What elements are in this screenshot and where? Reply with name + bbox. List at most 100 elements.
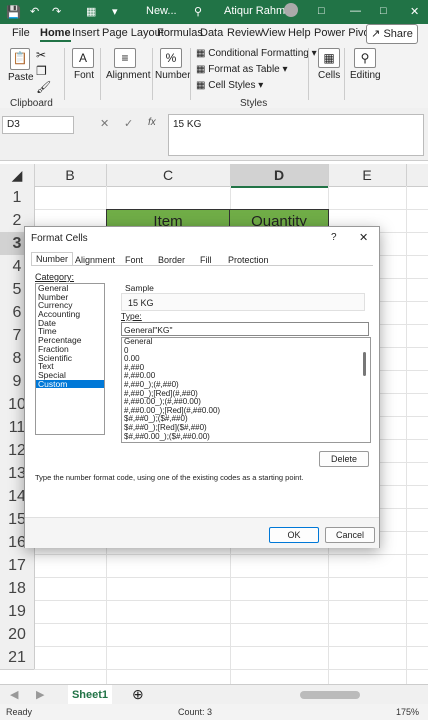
delete-button[interactable]: Delete <box>319 451 369 467</box>
category-list[interactable]: General Number Currency Accounting Date Time P… <box>35 283 105 435</box>
alignment-button[interactable]: Alignment <box>106 70 150 81</box>
close-dialog-icon[interactable]: ✕ <box>359 231 368 244</box>
sample-group: Sample 15 KG <box>121 283 369 313</box>
tab-review[interactable]: Review <box>227 27 263 39</box>
formula-input[interactable]: 15 KG <box>168 114 424 156</box>
cells-button[interactable]: Cells <box>318 70 340 81</box>
ribbon: 📋 Paste ✂ ❐ 🖌 Clipboard A Font ≡ Alignme… <box>0 44 428 109</box>
tab-home[interactable]: Home <box>40 27 71 42</box>
column-header-b[interactable]: B <box>34 164 107 186</box>
format-as-table-label: Format as Table <box>208 64 280 75</box>
number-button[interactable]: Number <box>155 70 191 81</box>
column-headers: ◢ B C D E <box>0 164 428 188</box>
grid-line <box>34 554 428 555</box>
format-as-table-button[interactable]: ▦ Format as Table ▾ <box>196 64 288 75</box>
row-header[interactable]: 21 <box>0 646 35 670</box>
name-box[interactable]: D3 <box>2 116 74 134</box>
share-button[interactable]: ↗ Share <box>366 24 418 44</box>
format-code-item[interactable]: 0.00 <box>122 355 370 364</box>
save-icon[interactable]: 💾 <box>6 5 21 19</box>
alignment-icon[interactable]: ≡ <box>114 48 136 68</box>
tab-number[interactable]: Number <box>31 252 74 265</box>
search-icon[interactable]: ⚲ <box>194 5 202 18</box>
tab-alignment[interactable]: Alignment <box>75 255 115 265</box>
format-code-items: General 0 0.00 #,##0 #,##0.00 #,##0_);(#,##0)… <box>122 338 370 441</box>
tab-help[interactable]: Help <box>288 27 311 39</box>
row-header[interactable]: 19 <box>0 600 35 624</box>
ribbon-display-icon[interactable]: □ <box>318 5 325 17</box>
category-label: Category: <box>35 272 75 282</box>
type-input[interactable]: General"KG" <box>121 322 369 336</box>
ok-button[interactable]: OK <box>269 527 319 543</box>
maximize-icon[interactable]: □ <box>380 5 387 17</box>
undo-icon[interactable]: ↶ <box>30 5 39 18</box>
select-all-corner[interactable]: ◢ <box>0 164 35 186</box>
add-sheet-icon[interactable]: ⊕ <box>132 686 144 703</box>
tab-protection[interactable]: Protection <box>228 255 269 265</box>
ribbon-divider <box>100 48 101 100</box>
format-code-list[interactable]: General 0 0.00 #,##0 #,##0.00 #,##0_);(#,##0)… <box>121 337 371 443</box>
status-ready: Ready <box>6 707 33 717</box>
grid-line <box>34 577 428 578</box>
grid-line <box>34 669 428 670</box>
editing-button[interactable]: Editing <box>350 70 381 81</box>
zoom-level[interactable]: 175% <box>396 707 419 717</box>
tab-data[interactable]: Data <box>200 27 223 39</box>
sample-label: Sample <box>125 283 154 293</box>
column-header-c[interactable]: C <box>106 164 231 186</box>
copy-icon[interactable]: ❐ <box>36 64 47 78</box>
tab-formulas[interactable]: Formulas <box>157 27 203 39</box>
tab-fill[interactable]: Fill <box>200 255 212 265</box>
row-header[interactable]: 20 <box>0 623 35 647</box>
tab-power-pivot[interactable]: Power Pivot <box>314 27 373 39</box>
row-header[interactable]: 18 <box>0 577 35 601</box>
format-painter-icon[interactable]: 🖌 <box>36 80 51 94</box>
avatar[interactable] <box>284 3 298 17</box>
paste-button[interactable]: Paste <box>8 72 34 83</box>
tab-file[interactable]: File <box>12 27 30 39</box>
tab-font[interactable]: Font <box>125 255 143 265</box>
row-header[interactable]: 17 <box>0 554 35 578</box>
column-header-d[interactable]: D <box>230 164 329 188</box>
customize-qat-icon[interactable]: ▾ <box>112 5 118 18</box>
format-code-item[interactable]: 0 <box>122 346 370 356</box>
grid-line <box>34 600 428 601</box>
tab-border[interactable]: Border <box>158 255 185 265</box>
close-icon[interactable]: ✕ <box>410 5 419 18</box>
cancel-button[interactable]: Cancel <box>325 527 375 543</box>
horizontal-scrollbar[interactable] <box>300 691 360 699</box>
ribbon-divider <box>152 48 153 100</box>
ribbon-divider <box>344 48 345 100</box>
font-button[interactable]: Font <box>74 70 94 81</box>
function-icon[interactable]: fx <box>148 117 156 128</box>
editing-icon[interactable]: ⚲ <box>354 48 376 68</box>
next-sheet-icon[interactable]: ▶ <box>36 688 44 701</box>
font-icon[interactable]: A <box>72 48 94 68</box>
list-scrollbar[interactable] <box>363 352 366 376</box>
row-header[interactable]: 1 <box>0 186 35 210</box>
tab-page-layout[interactable]: Page Layout <box>102 27 164 39</box>
tab-view[interactable]: View <box>262 27 286 39</box>
cancel-icon[interactable]: ✕ <box>100 117 109 130</box>
redo-icon[interactable]: ↷ <box>52 5 61 18</box>
conditional-formatting-button[interactable]: ▦ Conditional Formatting ▾ <box>196 48 317 59</box>
tab-insert[interactable]: Insert <box>72 27 100 39</box>
category-item[interactable]: Custom <box>36 379 104 389</box>
minimize-icon[interactable]: — <box>350 5 361 17</box>
cut-icon[interactable]: ✂ <box>36 48 46 62</box>
format-code-item[interactable]: $#,##0.00_);($#,##0.00) <box>122 432 370 442</box>
format-code-item[interactable]: General <box>122 338 370 347</box>
prev-sheet-icon[interactable]: ◀ <box>10 688 18 701</box>
enter-icon[interactable]: ✓ <box>124 117 133 130</box>
ribbon-divider <box>64 48 65 100</box>
cell-styles-button[interactable]: ▦ Cell Styles ▾ <box>196 80 263 91</box>
format-code-item[interactable]: #,##0 <box>122 363 370 373</box>
quick-access-icon[interactable]: ▦ <box>86 5 96 18</box>
cells-icon[interactable]: ▦ <box>318 48 340 68</box>
cell-styles-label: Cell Styles <box>208 80 256 91</box>
help-icon[interactable]: ? <box>331 232 337 243</box>
column-header-e[interactable]: E <box>328 164 407 186</box>
number-format-icon[interactable]: % <box>160 48 182 68</box>
grid-line <box>406 186 407 684</box>
paste-icon[interactable]: 📋 <box>10 48 30 70</box>
